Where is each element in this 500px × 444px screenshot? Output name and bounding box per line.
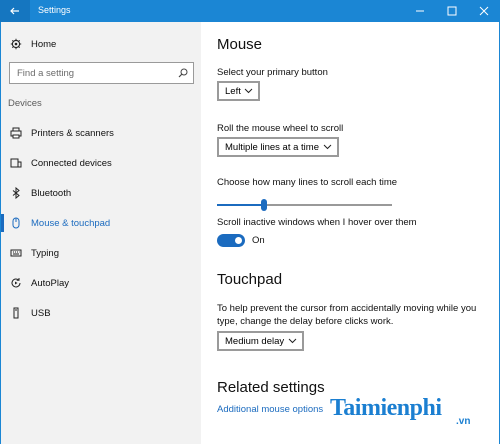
heading-mouse: Mouse <box>217 36 263 53</box>
sidebar-item-label: USB <box>31 307 51 319</box>
inactive-scroll-toggle[interactable] <box>217 234 245 247</box>
chevron-down-icon <box>323 142 332 154</box>
lines-to-scroll-label: Choose how many lines to scroll each tim… <box>217 177 398 188</box>
wheel-scroll-label: Roll the mouse wheel to scroll <box>217 123 344 134</box>
toggle-knob <box>235 237 242 244</box>
additional-mouse-options-link[interactable]: Additional mouse options <box>217 404 323 415</box>
primary-button-label: Select your primary button <box>217 67 328 78</box>
inactive-scroll-label: Scroll inactive windows when I hover ove… <box>217 217 417 228</box>
title-bar: Settings <box>0 0 500 22</box>
dropdown-value: Left <box>225 85 241 97</box>
sidebar-item-label: Connected devices <box>31 157 112 169</box>
printer-icon <box>10 127 22 139</box>
chevron-down-icon <box>244 86 253 98</box>
sidebar-item-label: Home <box>31 38 57 50</box>
dropdown-value: Multiple lines at a time <box>225 141 319 153</box>
dropdown-value: Medium delay <box>225 335 285 347</box>
maximize-icon <box>447 6 457 16</box>
touchpad-description-line2: type, change the delay before clicks wor… <box>217 316 394 327</box>
connected-devices-icon <box>10 157 22 169</box>
section-label-devices: Devices <box>8 98 42 109</box>
minimize-icon <box>416 10 424 12</box>
gear-icon <box>10 38 22 50</box>
bluetooth-icon <box>10 187 22 199</box>
search-icon[interactable] <box>178 68 188 81</box>
usb-icon <box>10 307 22 319</box>
lines-to-scroll-slider[interactable] <box>217 199 392 211</box>
watermark-tld: .vn <box>456 416 471 427</box>
window-title: Settings <box>38 5 71 15</box>
search-input[interactable]: Find a setting <box>9 62 194 84</box>
sidebar-item-label: AutoPlay <box>31 277 70 289</box>
sidebar-item-bluetooth[interactable]: Bluetooth <box>1 181 201 205</box>
sidebar-item-usb[interactable]: USB <box>1 301 201 325</box>
sidebar-item-printers[interactable]: Printers & scanners <box>1 121 201 145</box>
sidebar-item-mouse-touchpad[interactable]: Mouse & touchpad <box>1 211 201 235</box>
toggle-state-label: On <box>252 235 265 246</box>
touchpad-delay-dropdown[interactable]: Medium delay <box>217 331 304 351</box>
minimize-button[interactable] <box>404 0 436 22</box>
search-placeholder: Find a setting <box>17 68 75 79</box>
sidebar: Home Find a setting Devices Printers & s… <box>1 22 201 444</box>
watermark-brand: Taimienphi <box>330 395 442 421</box>
watermark-logo: Taimienphi .vn <box>330 395 500 435</box>
wheel-scroll-dropdown[interactable]: Multiple lines at a time <box>217 137 339 157</box>
back-button[interactable] <box>0 0 30 22</box>
touchpad-description-line1: To help prevent the cursor from accident… <box>217 303 477 314</box>
sidebar-item-label: Mouse & touchpad <box>31 217 111 229</box>
sidebar-item-label: Bluetooth <box>31 187 72 199</box>
close-icon <box>479 6 489 16</box>
heading-related-settings: Related settings <box>217 379 325 396</box>
slider-thumb[interactable] <box>261 199 267 211</box>
sidebar-item-label: Printers & scanners <box>31 127 114 139</box>
main-content: Mouse Select your primary button Left Ro… <box>201 22 499 444</box>
primary-button-dropdown[interactable]: Left <box>217 81 260 101</box>
mouse-icon <box>10 217 22 229</box>
sidebar-item-home[interactable]: Home <box>1 32 201 56</box>
sidebar-item-autoplay[interactable]: AutoPlay <box>1 271 201 295</box>
maximize-button[interactable] <box>436 0 468 22</box>
slider-fill <box>217 204 264 206</box>
keyboard-icon <box>10 247 22 259</box>
sidebar-item-typing[interactable]: Typing <box>1 241 201 265</box>
autoplay-icon <box>10 277 22 289</box>
chevron-down-icon <box>288 336 297 348</box>
settings-window: Home Find a setting Devices Printers & s… <box>0 22 500 444</box>
back-arrow-icon <box>10 7 19 15</box>
close-button[interactable] <box>468 0 500 22</box>
sidebar-item-label: Typing <box>31 247 59 259</box>
heading-touchpad: Touchpad <box>217 271 283 288</box>
sidebar-item-connected-devices[interactable]: Connected devices <box>1 151 201 175</box>
